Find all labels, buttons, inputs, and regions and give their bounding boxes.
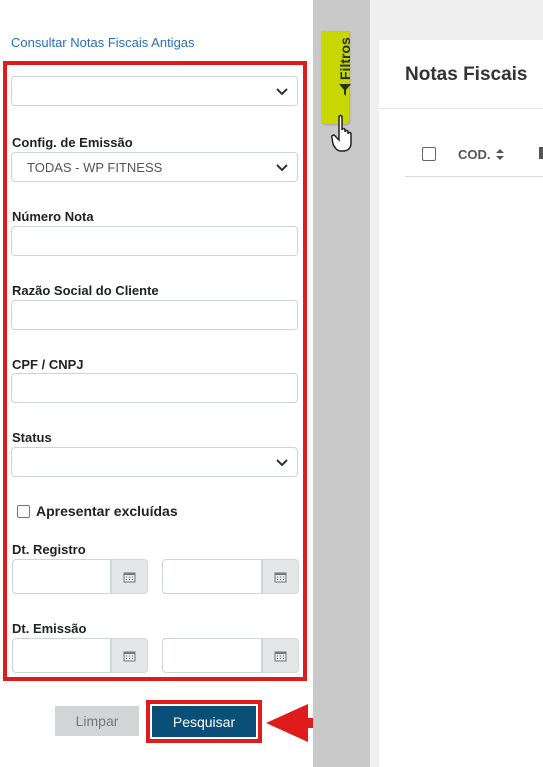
page-title: Notas Fiscais <box>405 64 528 85</box>
cpf-label: CPF / CNPJ <box>12 357 84 372</box>
excluidas-checkbox[interactable] <box>17 504 30 518</box>
chevron-down-icon <box>276 164 288 172</box>
filters-panel: Consultar Notas Fiscais Antigas Config. … <box>0 0 458 767</box>
dt-registro-end-calendar-button[interactable] <box>262 559 299 594</box>
first-select[interactable] <box>11 76 298 106</box>
dt-emissao-end-input[interactable] <box>162 638 262 673</box>
razao-input[interactable] <box>11 300 298 330</box>
calendar-icon <box>123 651 136 661</box>
dt-emissao-end-calendar-button[interactable] <box>262 638 299 673</box>
status-label: Status <box>12 430 52 445</box>
razao-label: Razão Social do Cliente <box>12 283 159 298</box>
dt-registro-start-calendar-button[interactable] <box>111 559 148 594</box>
old-invoices-link[interactable]: Consultar Notas Fiscais Antigas <box>11 35 195 50</box>
column-header-cod[interactable]: COD. <box>458 147 504 162</box>
table-header-divider <box>405 176 543 177</box>
calendar-icon <box>123 572 136 582</box>
chevron-down-icon <box>276 459 288 467</box>
config-select-value: TODAS - WP FITNESS <box>27 160 163 175</box>
numero-input[interactable] <box>11 226 298 256</box>
status-select[interactable] <box>11 447 298 477</box>
filtros-tab-label: Filtros <box>337 37 353 80</box>
dt-emissao-label: Dt. Emissão <box>12 621 87 636</box>
select-all-checkbox[interactable] <box>422 147 436 161</box>
dt-registro-end-input[interactable] <box>162 559 262 594</box>
card-header-divider <box>379 108 543 109</box>
dt-emissao-start-input[interactable] <box>12 638 111 673</box>
numero-label: Número Nota <box>12 209 94 224</box>
calendar-icon <box>274 651 287 661</box>
config-select[interactable]: TODAS - WP FITNESS <box>11 152 298 182</box>
calendar-icon <box>274 572 287 582</box>
column-header-next-partial <box>539 147 543 159</box>
dt-emissao-start-calendar-button[interactable] <box>111 638 148 673</box>
config-label: Config. de Emissão <box>12 135 133 150</box>
filter-icon <box>339 84 351 96</box>
column-header-cod-label: COD. <box>458 147 491 162</box>
hand-cursor-icon <box>331 114 352 152</box>
chevron-down-icon <box>276 88 288 96</box>
cpf-input[interactable] <box>11 373 298 403</box>
clear-button[interactable]: Limpar <box>55 706 139 736</box>
dt-registro-label: Dt. Registro <box>12 542 86 557</box>
search-button[interactable]: Pesquisar <box>152 706 256 737</box>
dt-registro-start-input[interactable] <box>12 559 111 594</box>
excluidas-label: Apresentar excluídas <box>36 503 178 519</box>
sort-icon <box>495 149 504 160</box>
excluidas-option[interactable]: Apresentar excluídas <box>17 503 178 519</box>
filtros-tab-label-group: Filtros <box>337 37 353 96</box>
